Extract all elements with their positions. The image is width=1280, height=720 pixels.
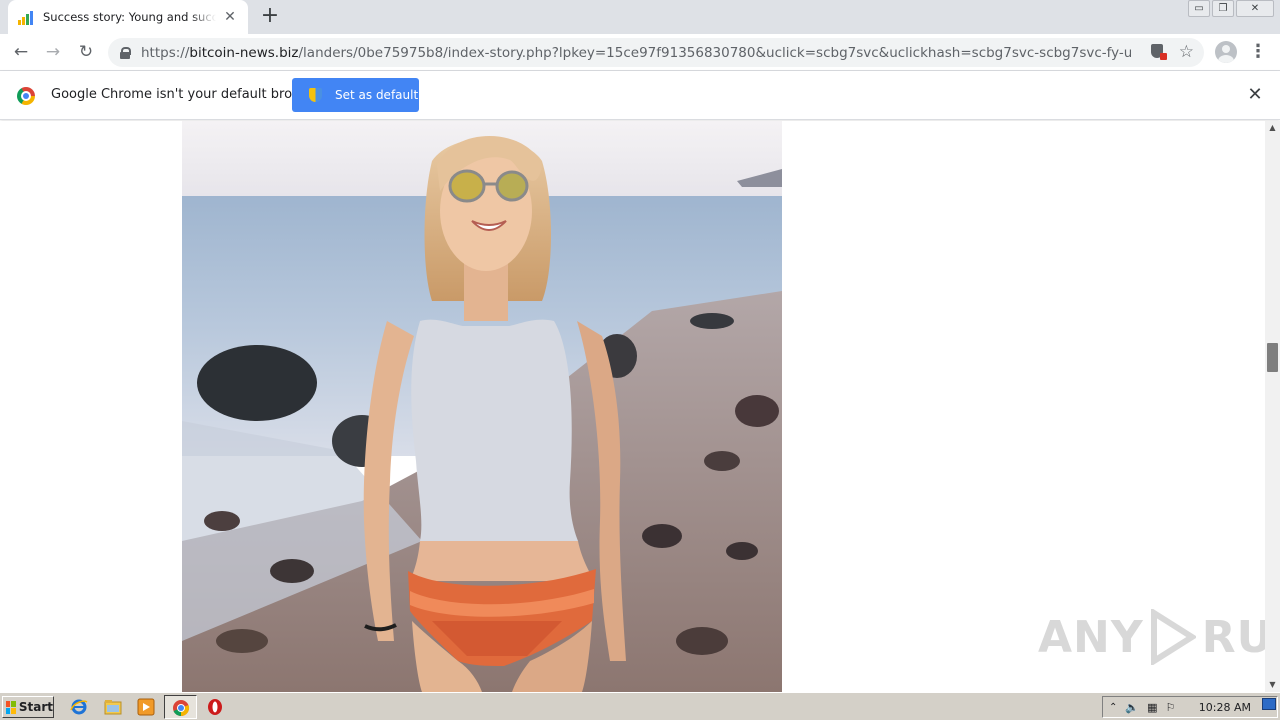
watermark-left-text: ANY [1038, 611, 1144, 663]
infobar-close-icon[interactable]: ✕ [1246, 86, 1264, 104]
tray-expand-icon[interactable]: ⌃ [1109, 702, 1117, 713]
tab-title: Success story: Young and successful [43, 10, 216, 24]
minimize-button[interactable]: ▭ [1188, 0, 1210, 17]
story-photo [182, 121, 782, 692]
address-bar[interactable]: https://bitcoin-news.biz/landers/0be7597… [108, 38, 1204, 67]
tab-close-icon[interactable]: ✕ [222, 9, 238, 25]
url-text[interactable]: https://bitcoin-news.biz/landers/0be7597… [141, 45, 1131, 61]
chrome-taskbar-icon [173, 700, 190, 717]
action-center-flag-icon[interactable]: ⚐ [1166, 701, 1176, 714]
volume-icon[interactable]: 🔈 [1125, 701, 1139, 714]
window-close-button[interactable]: ✕ [1236, 0, 1274, 17]
browser-tab[interactable]: Success story: Young and successful ✕ [8, 0, 248, 34]
blocked-content-icon[interactable] [1150, 44, 1167, 60]
start-button[interactable]: Start [2, 696, 54, 718]
bookmark-star-icon[interactable]: ☆ [1179, 43, 1194, 61]
url-scheme: https:// [141, 44, 190, 61]
media-player-icon[interactable] [137, 698, 155, 716]
default-browser-infobar: Google Chrome isn't your default browser… [0, 71, 1280, 120]
play-icon [1150, 609, 1196, 665]
url-host: bitcoin-news.biz [189, 44, 299, 61]
signal-bars-icon [18, 9, 34, 25]
windows-logo-icon [6, 700, 16, 714]
taskbar-clock[interactable]: 10:28 AM [1199, 701, 1251, 714]
scroll-down-icon[interactable]: ▼ [1265, 678, 1280, 692]
vertical-scrollbar[interactable]: ▲ ▼ [1265, 121, 1280, 692]
restore-button[interactable]: ❐ [1212, 0, 1234, 17]
scroll-up-icon[interactable]: ▲ [1265, 121, 1280, 135]
start-label: Start [18, 700, 53, 714]
infobar-message: Google Chrome isn't your default browser [51, 87, 323, 102]
network-icon[interactable]: ▦ [1147, 701, 1157, 714]
show-desktop-icon[interactable] [1262, 698, 1276, 710]
browser-toolbar: ← → ↻ https://bitcoin-news.biz/landers/0… [0, 34, 1280, 71]
taskbar-chrome-active[interactable] [164, 695, 197, 719]
beach-photo-illustration [182, 121, 782, 692]
tab-strip: Success story: Young and successful ✕ + … [0, 0, 1280, 34]
reload-icon[interactable]: ↻ [74, 40, 98, 64]
back-arrow-icon[interactable]: ← [9, 40, 33, 64]
lock-icon[interactable] [120, 46, 131, 59]
profile-avatar-icon[interactable] [1215, 41, 1237, 63]
scrollbar-thumb[interactable] [1267, 343, 1278, 372]
window-controls: ▭ ❐ ✕ [1188, 0, 1274, 17]
opera-icon[interactable] [206, 698, 224, 716]
internet-explorer-icon[interactable] [70, 698, 88, 716]
url-path: /landers/0be75975b8/index-story.php?lpke… [298, 44, 1132, 61]
uac-shield-icon [308, 87, 323, 103]
kebab-menu-icon[interactable]: ⋮ [1248, 41, 1268, 63]
page-content: ANY RUN [0, 121, 1265, 692]
windows-taskbar: Start ⌃ 🔈 ▦ ⚐ 10:28 AM [0, 692, 1280, 720]
forward-arrow-icon[interactable]: → [41, 40, 65, 64]
set-as-default-button[interactable]: Set as default [292, 78, 419, 112]
chrome-logo-icon [17, 87, 35, 105]
new-tab-icon[interactable]: + [258, 5, 282, 29]
file-explorer-icon[interactable] [104, 698, 122, 716]
omnibox-actions: ☆ [1150, 43, 1194, 61]
system-tray: ⌃ 🔈 ▦ ⚐ 10:28 AM [1102, 696, 1278, 718]
anyrun-watermark: ANY RUN [1038, 609, 1265, 665]
set-as-default-label: Set as default [335, 88, 419, 102]
watermark-right-text: RUN [1201, 611, 1265, 663]
